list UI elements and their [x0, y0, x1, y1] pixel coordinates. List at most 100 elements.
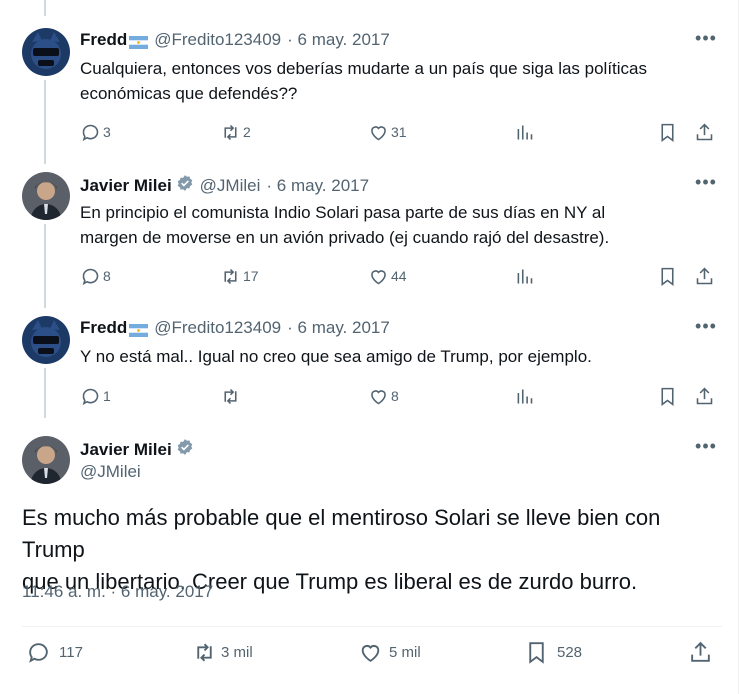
reply-button[interactable]: 117 — [26, 640, 83, 664]
tweet-time[interactable]: · 6 may. 2017 — [287, 318, 390, 338]
like-button[interactable]: 44 — [368, 264, 407, 288]
heart-icon — [371, 389, 386, 404]
like-button[interactable]: 5 mil — [358, 640, 421, 664]
tweet-text-line: Y no está mal.. Igual no creo que sea am… — [80, 347, 592, 366]
reply-count: 117 — [59, 643, 83, 661]
tweet-text-line: Es mucho más probable que el mentiroso S… — [22, 505, 661, 562]
bookmark-count: 528 — [557, 643, 583, 661]
portrait-avatar[interactable] — [22, 436, 70, 484]
share-icon — [691, 641, 710, 662]
more-icon[interactable]: ••• — [694, 29, 718, 52]
tweet-text-line: Cualquiera, entonces vos deberías mudart… — [80, 59, 648, 78]
main-tweet-actions: 117 3 mil 5 mil 528 — [22, 640, 722, 668]
bookmark-icon — [661, 123, 674, 142]
tweet-text: Cualquiera, entonces vos deberías mudart… — [80, 56, 720, 106]
reply-icon — [29, 642, 48, 663]
bookmark-button[interactable] — [657, 120, 678, 144]
share-button[interactable] — [694, 120, 715, 144]
retweet-count: 3 mil — [221, 643, 253, 661]
retweet-button[interactable]: 17 — [220, 264, 259, 288]
tweet-time[interactable]: · 6 may. 2017 — [287, 30, 390, 50]
tweet-actions: 3 2 31 — [80, 120, 720, 144]
heart-icon — [361, 644, 380, 662]
more-icon[interactable]: ••• — [694, 437, 718, 460]
verified-badge-icon — [176, 438, 194, 461]
author-name[interactable]: Fredd — [80, 30, 127, 50]
retweet-count: 2 — [243, 124, 251, 140]
like-count: 5 mil — [389, 643, 421, 661]
retweet-icon — [224, 268, 237, 284]
argentina-flag-icon — [129, 34, 149, 49]
views-button[interactable] — [514, 264, 535, 288]
share-icon — [696, 123, 713, 140]
retweet-button[interactable]: 3 mil — [192, 640, 253, 664]
bookmark-icon — [661, 387, 674, 406]
views-icon — [517, 125, 533, 139]
thread-line — [44, 0, 46, 16]
thread-line — [44, 224, 46, 308]
like-button[interactable]: 31 — [368, 120, 407, 144]
verified-badge-icon — [176, 174, 194, 197]
retweet-icon — [197, 643, 212, 661]
tweet-text: Y no está mal.. Igual no creo que sea am… — [80, 344, 720, 369]
like-count: 44 — [391, 268, 407, 284]
bookmark-icon — [661, 267, 674, 286]
divider — [22, 626, 722, 627]
like-button[interactable]: 8 — [368, 384, 399, 408]
thread-line — [44, 368, 46, 418]
reply-button[interactable]: 1 — [80, 384, 111, 408]
reply-icon — [82, 268, 99, 285]
reply-button[interactable]: 8 — [80, 264, 111, 288]
cat-avatar[interactable] — [22, 28, 70, 76]
author-handle[interactable]: @JMilei — [80, 462, 141, 482]
share-icon — [696, 267, 713, 284]
like-count: 31 — [391, 124, 407, 140]
heart-icon — [371, 269, 386, 284]
share-button[interactable] — [694, 384, 715, 408]
tweet-text-line: margen de moverse en un avión privado (e… — [80, 228, 610, 247]
share-button[interactable] — [694, 264, 715, 288]
tweet-header: Javier Milei @JMilei · 6 may. 2017 — [80, 174, 369, 197]
reply-button[interactable]: 3 — [80, 120, 111, 144]
views-icon — [517, 389, 533, 403]
retweet-button[interactable] — [220, 384, 243, 408]
retweet-button[interactable]: 2 — [220, 120, 251, 144]
tweet-header: Fredd @Fredito123409 · 6 may. 2017 — [80, 318, 390, 338]
tweet-text-line: económicas que defendés?? — [80, 84, 298, 103]
more-icon[interactable]: ••• — [694, 317, 718, 340]
author-handle[interactable]: @Fredito123409 — [154, 318, 281, 338]
reply-icon — [82, 388, 99, 405]
bookmark-button[interactable] — [657, 264, 678, 288]
tweet-text-line: En principio el comunista Indio Solari p… — [80, 203, 606, 222]
bookmark-icon — [529, 641, 544, 664]
thread-line — [44, 80, 46, 164]
views-icon — [517, 269, 533, 283]
author-name[interactable]: Javier Milei — [80, 440, 172, 460]
reply-count: 3 — [103, 124, 111, 140]
author-name[interactable]: Javier Milei — [80, 176, 172, 196]
tweet-text: En principio el comunista Indio Solari p… — [80, 200, 720, 250]
tweet-actions: 8 17 44 — [80, 264, 720, 288]
retweet-count: 17 — [243, 268, 259, 284]
reply-count: 8 — [103, 268, 111, 284]
bookmark-button[interactable]: 528 — [524, 640, 582, 664]
portrait-avatar[interactable] — [22, 172, 70, 220]
tweet-time[interactable]: · 6 may. 2017 — [266, 176, 369, 196]
author-handle[interactable]: @JMilei — [200, 176, 261, 196]
tweet-timestamp[interactable]: 11:46 a. m. · 6 may. 2017 — [22, 582, 213, 602]
bookmark-button[interactable] — [657, 384, 678, 408]
share-button[interactable] — [688, 640, 713, 664]
share-icon — [696, 387, 713, 404]
cat-avatar[interactable] — [22, 316, 70, 364]
views-button[interactable] — [514, 384, 535, 408]
more-icon[interactable]: ••• — [694, 173, 718, 196]
author-name[interactable]: Fredd — [80, 318, 127, 338]
tweet-actions: 1 8 — [80, 384, 720, 408]
retweet-icon — [224, 388, 237, 404]
author-handle[interactable]: @Fredito123409 — [154, 30, 281, 50]
argentina-flag-icon — [129, 322, 149, 337]
reply-icon — [82, 124, 99, 141]
views-button[interactable] — [514, 120, 535, 144]
tweet-header: Fredd @Fredito123409 · 6 may. 2017 — [80, 30, 390, 50]
reply-count: 1 — [103, 388, 111, 404]
